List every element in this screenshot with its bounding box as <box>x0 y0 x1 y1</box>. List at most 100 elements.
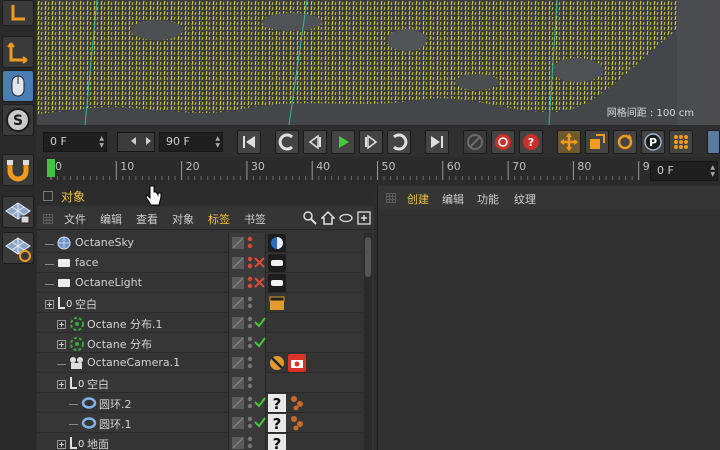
scrollbar-thumb[interactable] <box>365 237 371 277</box>
layer-icon[interactable] <box>232 277 244 292</box>
material-unknown-tag-icon[interactable]: ? <box>268 394 286 415</box>
object-row[interactable]: 0 空白 <box>37 373 362 393</box>
visibility-dots-icon[interactable] <box>247 296 253 313</box>
object-tags-cell[interactable] <box>266 293 362 313</box>
object-name-cell[interactable]: OctaneSky <box>37 233 227 253</box>
timeline-extra-button[interactable] <box>707 130 720 154</box>
object-tags-cell[interactable]: ? <box>266 433 362 450</box>
layer-icon[interactable] <box>232 397 244 412</box>
octane-light-tag-icon[interactable] <box>268 274 286 295</box>
menu-file[interactable]: 文件 <box>64 211 86 227</box>
layer-icon[interactable] <box>232 297 244 312</box>
enabled-check-icon[interactable] <box>254 416 266 431</box>
timeline-ruler[interactable]: 0102030405060708090 0 F ▲▼ <box>37 157 720 185</box>
object-flags-cell[interactable] <box>228 373 266 393</box>
octane-env-tag-icon[interactable] <box>268 234 286 255</box>
snap-button[interactable]: S <box>2 104 34 136</box>
record-off-button[interactable] <box>463 130 487 154</box>
enabled-check-icon[interactable] <box>254 336 266 351</box>
param-key-button[interactable]: P <box>641 130 665 154</box>
expand-toggle-icon[interactable] <box>45 298 54 309</box>
attr-menu-texture[interactable]: 纹理 <box>514 191 536 207</box>
object-flags-cell[interactable] <box>228 433 266 450</box>
menu-edit[interactable]: 编辑 <box>100 211 122 227</box>
octane-light-tag-icon[interactable] <box>268 254 286 275</box>
object-list-scrollbar[interactable] <box>364 233 372 450</box>
object-row[interactable]: OctaneLight <box>37 273 362 293</box>
prev-key-button[interactable] <box>275 130 299 154</box>
expand-toggle-icon[interactable] <box>57 318 66 329</box>
axis-tool-button[interactable] <box>2 0 34 26</box>
object-row[interactable]: Octane 分布.1 <box>37 313 362 333</box>
new-window-icon[interactable] <box>357 211 371 228</box>
object-tags-cell[interactable] <box>266 373 362 393</box>
object-flags-cell[interactable] <box>228 293 266 313</box>
play-button[interactable] <box>331 130 355 154</box>
material-unknown-tag-icon[interactable]: ? <box>268 434 286 450</box>
object-name-cell[interactable]: 0 空白 <box>37 293 227 313</box>
layer-icon[interactable] <box>232 417 244 432</box>
scale-key-button[interactable] <box>585 130 609 154</box>
camera-tag-icon[interactable] <box>288 354 306 375</box>
axis-mode-button[interactable] <box>2 36 34 68</box>
visibility-dots-icon[interactable] <box>247 416 253 433</box>
playhead-marker[interactable] <box>47 159 55 177</box>
enabled-check-icon[interactable] <box>254 316 266 331</box>
object-tags-cell[interactable]: ? <box>266 413 362 433</box>
grid-rotate-button[interactable] <box>2 232 34 264</box>
visibility-dots-icon[interactable] <box>247 396 253 413</box>
step-forward-button[interactable] <box>359 130 383 154</box>
object-row[interactable]: OctaneCamera.1 <box>37 353 362 373</box>
grid-lock-button[interactable] <box>2 196 34 228</box>
object-row[interactable]: 0 空白 <box>37 293 362 313</box>
attr-menu-function[interactable]: 功能 <box>477 191 499 207</box>
object-tags-cell[interactable] <box>266 273 362 293</box>
object-flags-cell[interactable] <box>228 393 266 413</box>
object-row[interactable]: OctaneSky <box>37 233 362 253</box>
object-tags-cell[interactable] <box>266 313 362 333</box>
menu-object[interactable]: 对象 <box>172 211 194 227</box>
object-name-cell[interactable]: OctaneLight <box>37 273 227 293</box>
disabled-cross-icon[interactable] <box>254 257 265 271</box>
search-icon[interactable] <box>303 211 317 228</box>
material-unknown-tag-icon[interactable]: ? <box>268 414 286 435</box>
object-tags-cell[interactable] <box>266 233 362 253</box>
3d-viewport[interactable]: 网格间距 : 100 cm <box>37 0 720 125</box>
visibility-dots-icon[interactable] <box>247 356 253 373</box>
viewport-scroll-frame[interactable] <box>706 0 714 125</box>
visibility-dots-icon[interactable] <box>247 336 253 353</box>
spinner-icon[interactable]: ▲ ▼ <box>215 135 220 149</box>
protection-tag-icon[interactable] <box>268 354 286 375</box>
record-button[interactable] <box>491 130 515 154</box>
clapper-tag-icon[interactable] <box>268 294 286 315</box>
object-flags-cell[interactable] <box>228 313 266 333</box>
end-frame-field[interactable]: 90 F ▲ ▼ <box>159 132 223 152</box>
layer-icon[interactable] <box>232 377 244 392</box>
object-row[interactable]: face <box>37 253 362 273</box>
object-name-cell[interactable]: OctaneCamera.1 <box>37 353 227 373</box>
object-flags-cell[interactable] <box>228 273 266 293</box>
visibility-dots-icon[interactable] <box>247 236 253 253</box>
object-tags-cell[interactable] <box>266 333 362 353</box>
magnet-button[interactable] <box>2 154 34 186</box>
go-to-end-button[interactable] <box>425 130 449 154</box>
enabled-check-icon[interactable] <box>254 396 266 411</box>
move-key-button[interactable] <box>557 130 581 154</box>
layer-icon[interactable] <box>232 337 244 352</box>
object-row[interactable]: 圆环.1? <box>37 413 362 433</box>
menu-view[interactable]: 查看 <box>136 211 158 227</box>
attr-menu-create[interactable]: 创建 <box>407 191 429 207</box>
object-name-cell[interactable]: 圆环.1 <box>37 413 227 433</box>
visibility-dots-icon[interactable] <box>247 436 253 450</box>
frame-range-slider[interactable] <box>117 132 155 152</box>
object-name-cell[interactable]: Octane 分布 <box>37 333 227 353</box>
visibility-dots-icon[interactable] <box>247 256 253 273</box>
material-ball-tag-icon[interactable] <box>288 394 306 415</box>
autokey-button[interactable]: ? <box>519 130 543 154</box>
menu-bookmarks[interactable]: 书签 <box>244 211 266 227</box>
object-flags-cell[interactable] <box>228 353 266 373</box>
disabled-cross-icon[interactable] <box>254 277 265 291</box>
layer-icon[interactable] <box>232 437 244 450</box>
object-row[interactable]: 圆环.2? <box>37 393 362 413</box>
step-back-button[interactable] <box>303 130 327 154</box>
